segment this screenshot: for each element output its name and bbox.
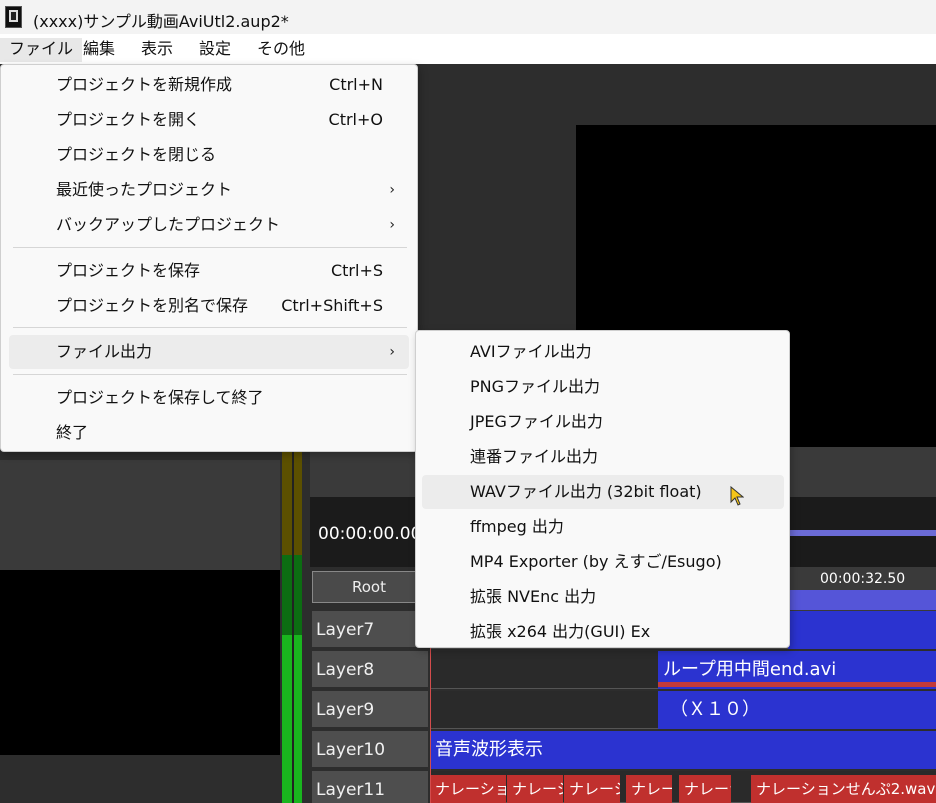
- menu-other[interactable]: その他: [248, 38, 314, 62]
- shortcut-text: Ctrl+O: [328, 110, 383, 129]
- menu-item-label: プロジェクトを開く: [56, 110, 201, 129]
- export-x264[interactable]: 拡張 x264 出力(GUI) Ex: [422, 615, 784, 649]
- left-preview: [0, 570, 280, 755]
- export-jpeg[interactable]: JPEGファイル出力: [422, 405, 784, 439]
- app-icon: [5, 6, 22, 28]
- menu-separator: [13, 247, 407, 248]
- clip-narration-3[interactable]: ナレーシ: [564, 775, 620, 803]
- menu-item-save-as[interactable]: プロジェクトを別名で保存 Ctrl+Shift+S: [9, 289, 409, 323]
- window-title: (xxxx)サンプル動画AviUtl2.aup2*: [33, 12, 289, 31]
- menu-item-save-and-exit[interactable]: プロジェクトを保存して終了: [9, 381, 409, 415]
- root-button[interactable]: Root: [312, 571, 426, 603]
- export-ffmpeg[interactable]: ffmpeg 出力: [422, 510, 784, 544]
- clip-narration-2[interactable]: ナレーシ: [507, 775, 563, 803]
- menu-separator: [13, 374, 407, 375]
- layer-label-9[interactable]: Layer9: [312, 691, 428, 729]
- layer-label-8[interactable]: Layer8: [312, 651, 428, 689]
- menu-item-file-export[interactable]: ファイル出力 ›: [9, 335, 409, 369]
- menu-bar: ファイル 編集 表示 設定 その他: [0, 34, 936, 64]
- menu-item-backup-projects[interactable]: バックアップしたプロジェクト ›: [9, 208, 409, 242]
- clip-narration-5[interactable]: ナレーシ: [679, 775, 731, 803]
- menu-item-close-project[interactable]: プロジェクトを閉じる: [9, 138, 409, 172]
- track-layer11[interactable]: ナレーショ ナレーシ ナレーシ ナレー ナレーシ ナレーションせんぷ2.wav: [430, 771, 936, 803]
- clip-waveform[interactable]: 音声波形表示: [430, 731, 936, 769]
- menu-view[interactable]: 表示: [132, 38, 182, 62]
- export-png[interactable]: PNGファイル出力: [422, 370, 784, 404]
- menu-edit[interactable]: 編集: [74, 38, 124, 62]
- chevron-right-icon: ›: [389, 344, 395, 360]
- clip-audio-strip: [658, 682, 936, 687]
- menu-item-new-project[interactable]: プロジェクトを新規作成 Ctrl+N: [9, 68, 409, 102]
- menu-item-label: 終了: [56, 423, 89, 442]
- menu-settings[interactable]: 設定: [190, 38, 240, 62]
- menu-file[interactable]: ファイル: [0, 38, 83, 62]
- current-time: 00:00:00.00: [318, 524, 422, 544]
- title-bar: (xxxx)サンプル動画AviUtl2.aup2*: [0, 0, 936, 34]
- layer-label-10[interactable]: Layer10: [312, 731, 428, 769]
- menu-item-label: バックアップしたプロジェクト: [56, 215, 281, 234]
- left-panel: [0, 460, 280, 570]
- chevron-right-icon: ›: [389, 182, 395, 198]
- clip-layer7[interactable]: [788, 611, 936, 649]
- layer-label-11[interactable]: Layer11: [312, 771, 428, 803]
- export-mp4[interactable]: MP4 Exporter (by えすご/Esugo): [422, 545, 784, 579]
- clip-x10[interactable]: （Ｘ１０）: [658, 691, 936, 729]
- clip-narration-4[interactable]: ナレー: [626, 775, 672, 803]
- menu-item-label: プロジェクトを閉じる: [56, 145, 217, 164]
- layer-label-7[interactable]: Layer7: [312, 611, 428, 649]
- ruler-time-label: 00:00:32.50: [820, 571, 906, 587]
- shortcut-text: Ctrl+S: [330, 261, 383, 280]
- file-menu: プロジェクトを新規作成 Ctrl+N プロジェクトを開く Ctrl+O プロジェ…: [0, 64, 418, 452]
- export-sequence[interactable]: 連番ファイル出力: [422, 440, 784, 474]
- export-avi[interactable]: AVIファイル出力: [422, 335, 784, 369]
- menu-item-save-project[interactable]: プロジェクトを保存 Ctrl+S: [9, 254, 409, 288]
- chevron-right-icon: ›: [389, 217, 395, 233]
- export-nvenc[interactable]: 拡張 NVEnc 出力: [422, 580, 784, 614]
- shortcut-text: Ctrl+N: [329, 75, 383, 94]
- menu-item-label: プロジェクトを保存: [56, 261, 201, 280]
- ruler-selection: [780, 590, 936, 610]
- menu-item-recent-projects[interactable]: 最近使ったプロジェクト ›: [9, 173, 409, 207]
- clip-narration-1[interactable]: ナレーショ: [430, 775, 506, 803]
- mouse-cursor-icon: [730, 486, 744, 506]
- menu-item-label: プロジェクトを別名で保存: [56, 296, 249, 315]
- track-layer10[interactable]: 音声波形表示: [430, 731, 936, 769]
- menu-item-label: プロジェクトを保存して終了: [56, 388, 264, 407]
- clip-narration-wav[interactable]: ナレーションせんぷ2.wav: [751, 775, 936, 803]
- track-layer8[interactable]: ループ用中間end.avi: [430, 651, 936, 689]
- menu-item-exit[interactable]: 終了: [9, 416, 409, 450]
- menu-separator: [13, 327, 407, 328]
- audio-meter-divider: [292, 440, 294, 803]
- track-layer9[interactable]: （Ｘ１０）: [430, 691, 936, 729]
- menu-item-label: 最近使ったプロジェクト: [56, 180, 233, 199]
- menu-item-label: ファイル出力: [56, 342, 153, 361]
- menu-item-open-project[interactable]: プロジェクトを開く Ctrl+O: [9, 103, 409, 137]
- shortcut-text: Ctrl+Shift+S: [281, 296, 383, 315]
- menu-item-label: プロジェクトを新規作成: [56, 75, 233, 94]
